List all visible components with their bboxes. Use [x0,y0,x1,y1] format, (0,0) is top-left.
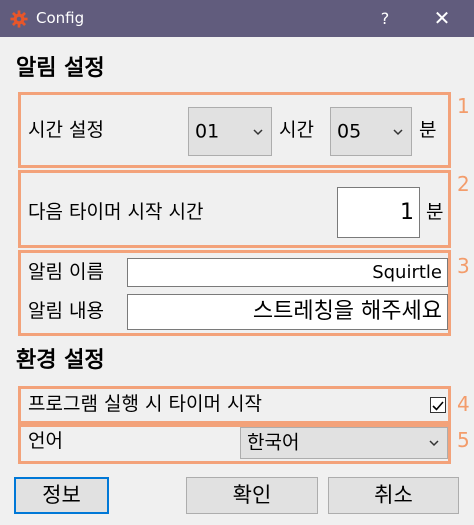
window-title: Config [36,9,85,27]
chevron-down-icon [429,440,439,447]
startup-label: 프로그램 실행 시 타이머 시작 [28,393,262,415]
time-setting-label: 시간 설정 [28,119,104,141]
alarm-name-input[interactable]: Squirtle [127,258,448,287]
alarm-content-value: 스트레칭을 해주세요 [252,299,442,324]
startup-checkbox[interactable] [430,397,446,413]
gear-icon [10,10,28,28]
chevron-down-icon [393,128,403,135]
info-button[interactable]: 정보 [14,477,109,514]
timer-start-unit: 분 [426,201,444,223]
language-select-value: 한국어 [247,431,300,454]
minute-unit-label: 분 [419,119,437,141]
timer-start-value: 1 [400,199,414,225]
marker-5: 5 [457,428,470,452]
cancel-button[interactable]: 취소 [328,477,459,514]
alarm-content-label: 알림 내용 [28,300,104,322]
alarm-name-value: Squirtle [372,261,442,283]
chevron-down-icon [253,128,263,135]
hour-select[interactable]: 01 [188,107,272,156]
close-button[interactable]: ✕ [422,4,462,33]
timer-start-label: 다음 타이머 시작 시간 [28,201,204,223]
hour-unit-label: 시간 [279,119,314,141]
checkmark-icon [432,401,444,411]
marker-1: 1 [457,94,470,118]
hour-select-value: 01 [195,120,220,142]
language-select[interactable]: 한국어 [240,427,448,459]
ok-button[interactable]: 확인 [186,477,318,514]
language-label: 언어 [28,430,63,452]
alarm-content-input[interactable]: 스트레칭을 해주세요 [127,294,448,330]
minute-select[interactable]: 05 [330,107,412,156]
minute-select-value: 05 [337,120,362,142]
alarm-section-title: 알림 설정 [16,56,105,81]
marker-3: 3 [457,254,470,278]
marker-2: 2 [457,172,470,196]
help-button[interactable]: ? [365,4,405,33]
timer-start-input[interactable]: 1 [337,187,420,238]
marker-4: 4 [457,392,470,416]
title-bar: Config ? ✕ [0,0,474,37]
env-section-title: 환경 설정 [16,348,105,373]
alarm-name-label: 알림 이름 [28,261,104,283]
